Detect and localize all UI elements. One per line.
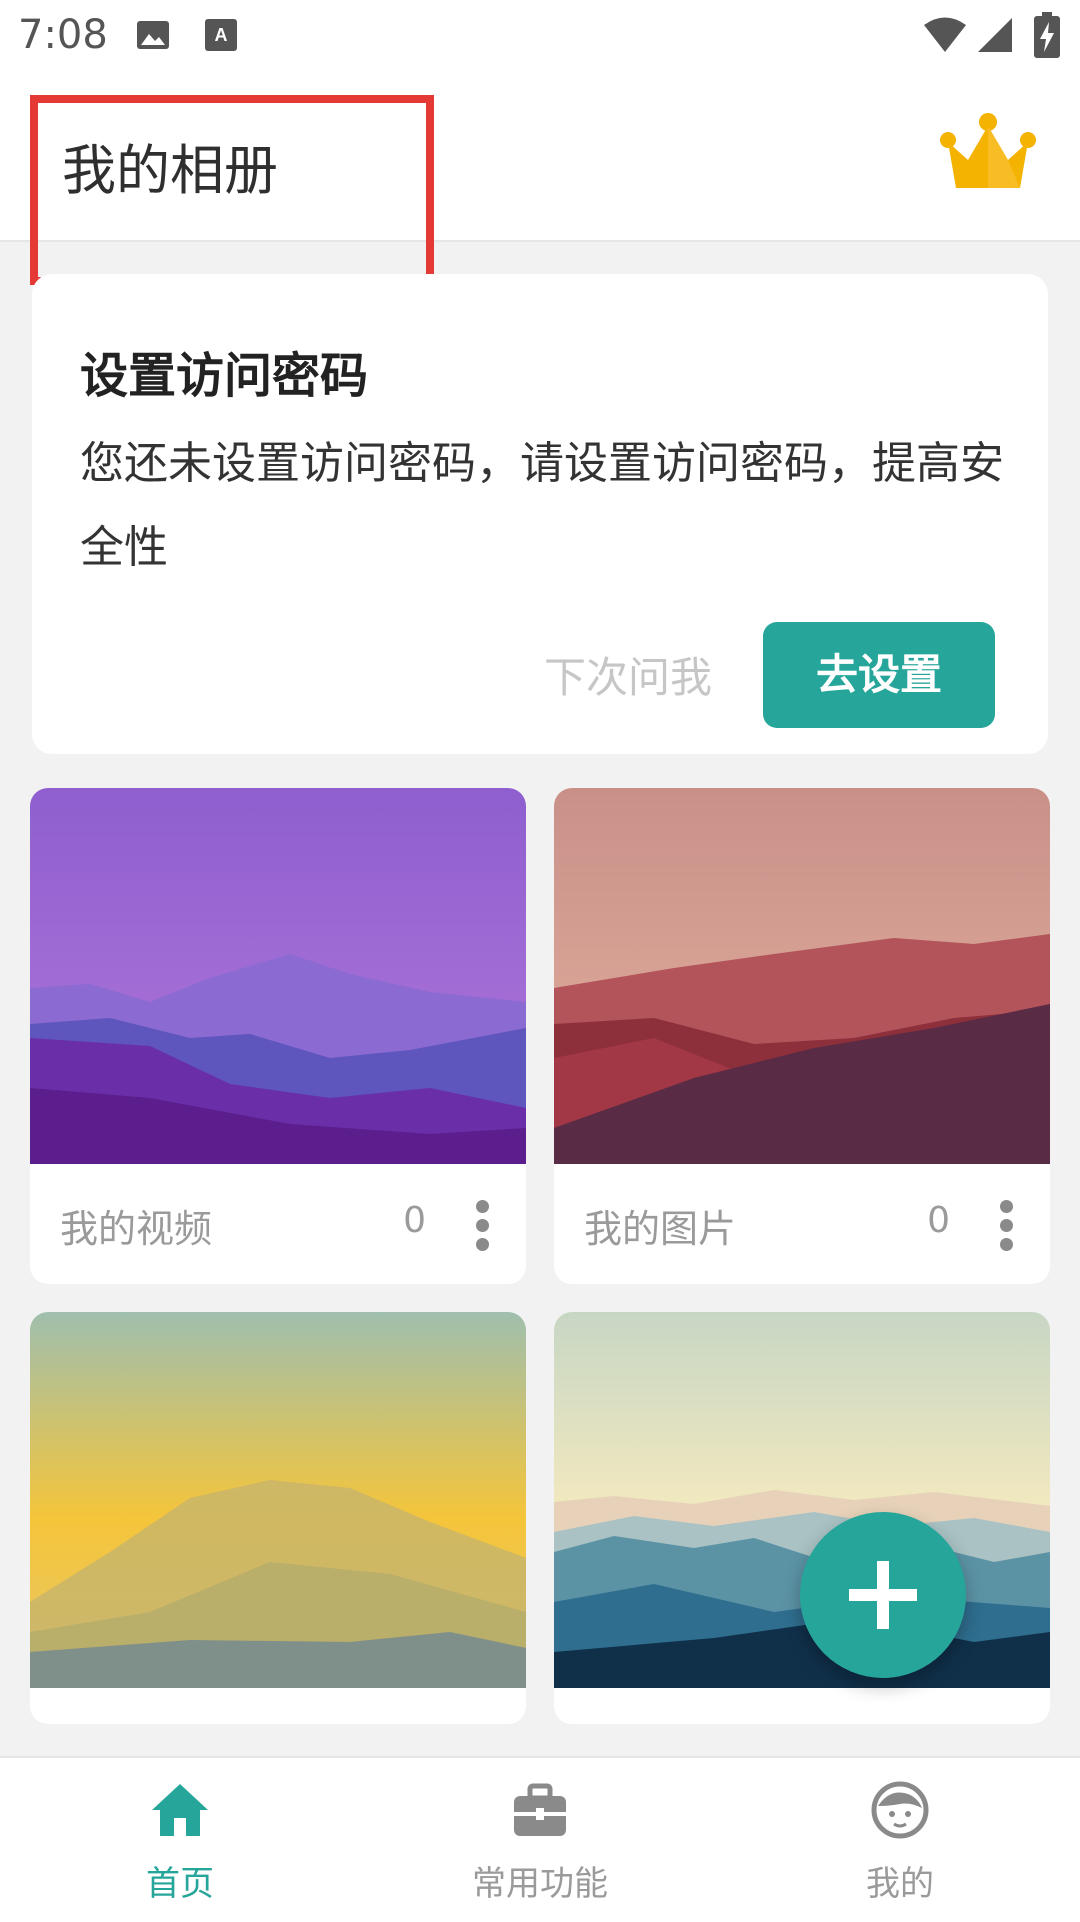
album-name: 我的视频	[60, 1207, 213, 1251]
album-cover-image	[554, 788, 1050, 1164]
album-footer: 我的视频 0	[30, 1164, 526, 1284]
toolbox-icon	[514, 1783, 566, 1836]
svg-text:A: A	[215, 25, 228, 45]
password-card-description: 您还未设置访问密码，请设置访问密码，提高安全性	[80, 438, 1004, 573]
nav-label: 我的	[866, 1864, 934, 1904]
go-set-button[interactable]: 去设置	[763, 622, 995, 728]
more-vert-icon[interactable]	[476, 1200, 490, 1252]
title-highlight-box	[30, 95, 434, 285]
wifi-icon	[924, 17, 966, 52]
album-footer: 我的图片 0	[554, 1164, 1050, 1284]
album-cover-image	[30, 788, 526, 1164]
cellular-signal-icon	[978, 18, 1012, 52]
more-vert-icon[interactable]	[1000, 1200, 1014, 1252]
battery-charging-icon	[1034, 12, 1060, 58]
nav-label: 常用功能	[472, 1864, 608, 1904]
crown-icon[interactable]	[940, 112, 1036, 196]
status-bar: 7:08 A	[0, 0, 1080, 74]
profile-icon	[871, 1781, 929, 1839]
nav-item-profile[interactable]: 我的	[720, 1758, 1080, 1922]
image-notification-icon	[137, 21, 169, 49]
album-cover-image	[30, 1312, 526, 1688]
bottom-nav: 首页 常用功能 我的	[0, 1756, 1080, 1922]
album-card-images[interactable]: 我的图片 0	[554, 788, 1050, 1284]
nav-label: 首页	[146, 1864, 214, 1904]
album-card-videos[interactable]: 我的视频 0	[30, 788, 526, 1284]
add-album-button[interactable]	[800, 1512, 966, 1678]
plus-icon	[849, 1561, 917, 1629]
album-footer	[554, 1688, 1050, 1724]
home-icon	[152, 1784, 208, 1836]
nav-item-home[interactable]: 首页	[0, 1758, 360, 1922]
password-card-title: 设置访问密码	[80, 348, 369, 404]
album-name: 我的图片	[584, 1207, 737, 1251]
password-prompt-card: 设置访问密码 您还未设置访问密码，请设置访问密码，提高安全性 下次问我 去设置	[32, 274, 1048, 754]
ask-later-button[interactable]: 下次问我	[518, 636, 738, 720]
album-footer	[30, 1688, 526, 1724]
album-count: 0	[927, 1200, 950, 1241]
album-card-4[interactable]	[554, 1312, 1050, 1724]
status-time: 7:08	[18, 12, 108, 58]
nav-item-tools[interactable]: 常用功能	[360, 1758, 720, 1922]
album-cover-image	[554, 1312, 1050, 1688]
album-card-3[interactable]	[30, 1312, 526, 1724]
album-count: 0	[403, 1200, 426, 1241]
keyboard-notification-icon: A	[205, 19, 237, 51]
